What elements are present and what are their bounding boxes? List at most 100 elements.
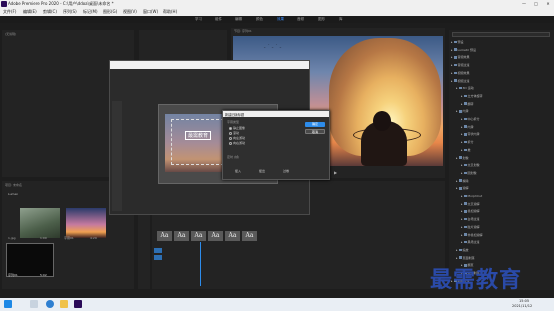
effects-tree-item[interactable]: ▸ 视频效果 (451, 71, 470, 75)
option-still[interactable]: 静止图像 (229, 126, 245, 130)
project-thumb-sequence[interactable] (6, 243, 54, 277)
effects-tree-item[interactable]: ▸ 内滑 (461, 125, 474, 129)
expand-arrow-icon[interactable]: ▸ (461, 240, 463, 244)
title-style-swatch[interactable]: Aa (157, 231, 172, 241)
menu-file[interactable]: 文件(F) (3, 9, 16, 15)
step-forward-icon[interactable]: ▶ (334, 170, 337, 175)
expand-arrow-icon[interactable]: ▸ (451, 63, 453, 67)
cancel-button[interactable]: 取消 (305, 129, 325, 134)
effects-tree-item[interactable]: ▸ 音频过渡 (451, 63, 470, 67)
expand-arrow-icon[interactable]: ▸ (461, 132, 463, 136)
expand-arrow-icon[interactable]: ▸ (456, 179, 458, 183)
effects-tree-item[interactable]: ▸ 圆划像 (461, 171, 477, 175)
title-style-swatch[interactable]: Aa (242, 231, 257, 241)
menu-clip[interactable]: 剪辑(C) (43, 9, 57, 15)
expand-arrow-icon[interactable]: ▸ (451, 79, 453, 83)
workspace-tab[interactable]: 音频 (297, 17, 304, 22)
expand-arrow-icon[interactable]: ▸ (456, 256, 458, 260)
close-button[interactable]: ✕ (542, 0, 554, 8)
playhead[interactable] (200, 242, 201, 286)
option-crawl-left[interactable]: 向左游动 (229, 136, 245, 140)
effects-tree-item[interactable]: ▸ 擦除 (456, 179, 469, 183)
workspace-tab[interactable]: 组件 (215, 17, 222, 22)
effects-tree-item[interactable]: ▸ 划像 (456, 156, 469, 160)
expand-arrow-icon[interactable]: ▸ (456, 156, 458, 160)
title-canvas-text[interactable]: 最需教育 (185, 131, 212, 140)
track-target-v1[interactable] (154, 248, 162, 253)
expand-arrow-icon[interactable]: ▸ (461, 217, 463, 221)
minimize-button[interactable]: — (518, 0, 530, 8)
effects-tree-item[interactable]: ▸ 溶解 (456, 186, 469, 190)
expand-arrow-icon[interactable]: ▸ (461, 148, 463, 152)
project-thumb-image[interactable] (20, 208, 60, 238)
expand-arrow-icon[interactable]: ▸ (451, 40, 453, 44)
workspace-tab-active[interactable]: 效果 (277, 17, 284, 22)
track-target-a1[interactable] (154, 255, 162, 260)
expand-arrow-icon[interactable]: ▸ (461, 94, 463, 98)
project-panel-title[interactable]: 项目: 未命名 (5, 183, 22, 187)
expand-arrow-icon[interactable]: ▸ (456, 86, 458, 90)
effects-tree-item[interactable]: ▸ 预设 (451, 40, 464, 44)
expand-arrow-icon[interactable]: ▸ (461, 202, 463, 206)
expand-arrow-icon[interactable]: ▸ (461, 102, 463, 106)
effects-tree-item[interactable]: ▸ 立方体旋转 (461, 94, 483, 98)
program-panel-title[interactable]: 节目: 序列01 (234, 29, 252, 33)
effects-tree-item[interactable]: ▸ 交叉划像 (461, 163, 480, 167)
workspace-tab[interactable]: 库 (339, 17, 343, 22)
workspace-tab[interactable]: 颜色 (256, 17, 263, 22)
title-style-swatch[interactable]: Aa (191, 231, 206, 241)
effects-tree-item[interactable]: ▸ Lumetri 预设 (451, 48, 476, 52)
menu-marker[interactable]: 标记(M) (83, 9, 98, 15)
expand-arrow-icon[interactable]: ▸ (461, 140, 463, 144)
effects-tree-item[interactable]: ▸ 带状内滑 (461, 132, 480, 136)
expand-arrow-icon[interactable]: ▸ (451, 48, 453, 52)
source-panel-title[interactable]: (无剪辑) (5, 32, 16, 36)
effects-tree-item[interactable]: ▸ 叠加溶解 (461, 209, 480, 213)
effects-tree-item[interactable]: ▸ 内滑 (456, 109, 469, 113)
effects-tree-item[interactable]: ▸ 拆分 (461, 140, 474, 144)
workspace-tab[interactable]: 学习 (195, 17, 202, 22)
menu-sequence[interactable]: 序列(S) (63, 9, 77, 15)
radio-icon[interactable] (229, 131, 232, 135)
effects-tree-item[interactable]: ▸ 缩放 (456, 248, 469, 252)
menu-edit[interactable]: 编辑(E) (23, 9, 37, 15)
effects-tree-item[interactable]: ▸ 非叠加溶解 (461, 233, 483, 237)
effects-tree-item[interactable]: ▸ 胶片溶解 (461, 225, 480, 229)
title-style-swatch[interactable]: Aa (208, 231, 223, 241)
expand-arrow-icon[interactable]: ▸ (461, 225, 463, 229)
option-crawl-right[interactable]: 向右游动 (229, 141, 245, 145)
project-thumb-title[interactable] (66, 208, 106, 238)
effects-tree-item[interactable]: ▸ 音频效果 (451, 55, 470, 59)
title-style-swatch[interactable]: Aa (225, 231, 240, 241)
menu-graphics[interactable]: 图形(G) (103, 9, 117, 15)
effects-tree-item[interactable]: ▸ MorphCut (461, 194, 482, 198)
radio-icon[interactable] (229, 141, 232, 145)
expand-arrow-icon[interactable]: ▸ (451, 71, 453, 75)
ok-button[interactable]: 确定 (305, 122, 325, 127)
option-roll[interactable]: 滚动 (229, 131, 239, 135)
expand-arrow-icon[interactable]: ▸ (456, 186, 458, 190)
expand-arrow-icon[interactable]: ▸ (461, 209, 463, 213)
edge-icon[interactable] (46, 300, 54, 308)
expand-arrow-icon[interactable]: ▸ (461, 233, 463, 237)
radio-icon[interactable] (229, 136, 232, 140)
menu-window[interactable]: 窗口(W) (143, 9, 158, 15)
effects-tree-item[interactable]: ▸ 中心拆分 (461, 117, 480, 121)
expand-arrow-icon[interactable]: ▸ (461, 194, 463, 198)
expand-arrow-icon[interactable]: ▸ (461, 125, 463, 129)
expand-arrow-icon[interactable]: ▸ (461, 171, 463, 175)
premiere-taskbar-icon[interactable] (74, 300, 82, 308)
expand-arrow-icon[interactable]: ▸ (456, 109, 458, 113)
effects-tree-item[interactable]: ▸ 页面剥落 (456, 256, 475, 260)
windows-start-icon[interactable] (4, 300, 12, 308)
effects-tree-item[interactable]: ▸ 交叉溶解 (461, 202, 480, 206)
menu-view[interactable]: 视图(V) (123, 9, 137, 15)
maximize-button[interactable]: □ (530, 0, 542, 8)
effects-tree-item[interactable]: ▸ 翻转 (461, 102, 474, 106)
search-icon[interactable] (30, 300, 38, 308)
effects-search-input[interactable] (452, 32, 550, 37)
workspace-tab[interactable]: 编辑 (235, 17, 242, 22)
effects-tree-item[interactable]: ▸ 黑场过渡 (461, 240, 480, 244)
expand-arrow-icon[interactable]: ▸ (461, 117, 463, 121)
expand-arrow-icon[interactable]: ▸ (451, 55, 453, 59)
